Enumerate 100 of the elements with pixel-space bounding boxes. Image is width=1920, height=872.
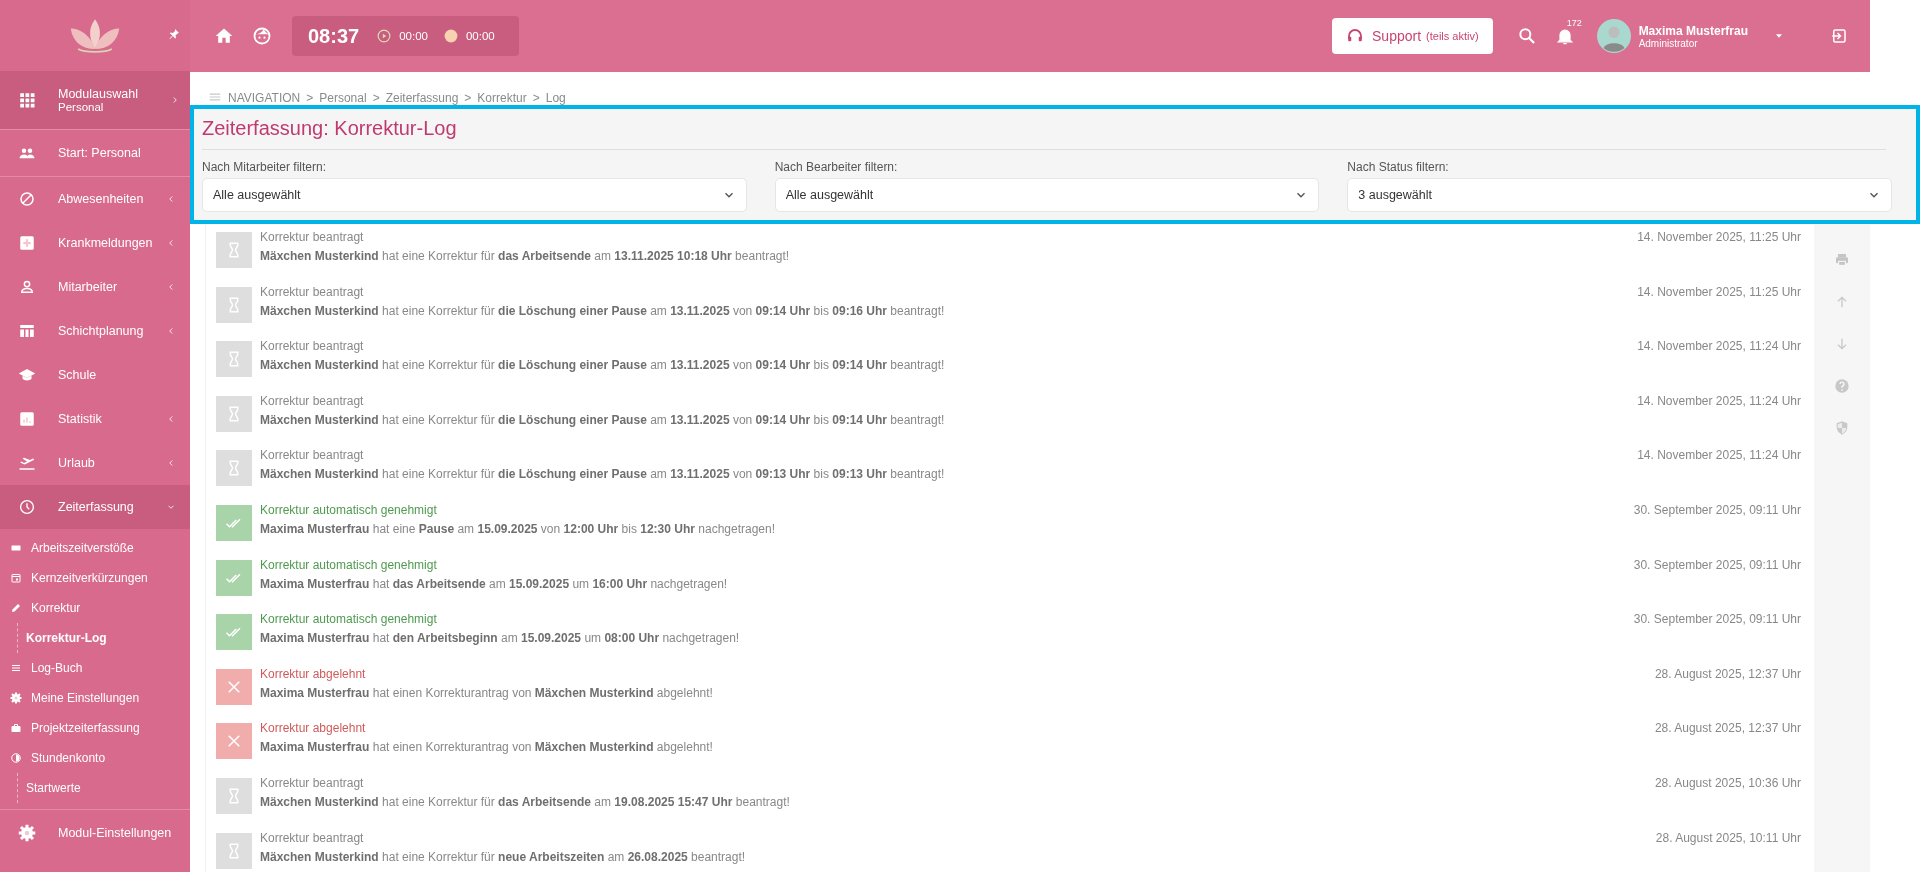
log-title: Korrektur beantragt [260,830,365,845]
submenu-item[interactable]: Arbeitszeitverstöße [0,533,190,563]
pencil-icon [10,602,22,614]
user-name: Maxima Musterfrau [1638,23,1748,38]
log-date: 30. September 2025, 09:11 Uhr [1633,611,1801,627]
submenu-item[interactable]: Log-Buch [0,653,190,683]
user-role: Administrator [1638,37,1699,49]
submenu-item[interactable]: Kernzeitverkürzungen [0,563,190,593]
calendar-icon [10,572,22,584]
log-date: 28. August 2025, 12:37 Uhr [1654,665,1801,681]
submenu-item[interactable]: Projektzeiterfassung [0,713,190,743]
log-date: 28. August 2025, 12:37 Uhr [1654,720,1801,736]
sidebar-item[interactable]: Zeiterfassung [0,485,190,529]
avatar-icon[interactable] [1596,19,1631,53]
face-icon[interactable] [252,26,272,46]
log-message: Mäxchen Musterkind hat eine Korrektur für die Löschung einer Pause am 13.11.2025 von 09:14 Uhr bis 09:16 Uhr beantragt! [260,303,946,318]
log-message: Mäxchen Musterkind hat eine Korrektur für das Arbeitsende am 13.11.2025 10:18 Uhr beantragt! [260,249,791,263]
submenu-item[interactable]: Stundenkonto [0,743,190,773]
pause-circle-icon[interactable] [443,29,458,43]
module-sublabel: Personal [58,101,105,113]
filter-label: Nach Mitarbeiter filtern: [202,160,328,174]
breadcrumb-link[interactable]: NAVIGATION [228,91,301,105]
log-title: Korrektur beantragt [260,393,365,408]
play-circle-icon[interactable] [377,29,392,43]
support-button[interactable]: Support (teils aktiv) [1332,18,1493,54]
sidebar-item[interactable]: Krankmeldungen [0,221,190,265]
log-title: Korrektur beantragt [260,775,365,790]
breadcrumb-link[interactable]: Personal [319,91,367,105]
breadcrumb-separator: > [532,91,540,105]
log-date: 14. November 2025, 11:24 Uhr [1637,392,1801,408]
breadcrumb-separator: > [306,91,314,105]
clock-time: 08:37 [308,24,360,48]
plus-box-icon [18,234,36,252]
table-icon [18,322,36,340]
grid-icon [18,91,36,109]
list-icon [10,662,22,674]
ban-icon [18,190,36,208]
submenu-item[interactable]: Korrektur-Log [17,623,190,653]
caret-icon[interactable] [1776,34,1782,38]
log-message: Mäxchen Musterkind hat eine Korrektur für neue Arbeitszeiten am 26.08.2025 beantragt! [260,849,747,864]
log-date: 28. August 2025, 10:36 Uhr [1654,774,1801,790]
breadcrumb-link[interactable]: Zeiterfassung [385,91,459,105]
log-message: Maxima Musterfrau hat einen Korrekturantrag von Mäxchen Musterkind abgelehnt! [260,740,714,755]
log-message: Mäxchen Musterkind hat eine Korrektur für das Arbeitsende am 19.08.2025 15:47 Uhr beantragt! [260,794,791,809]
help-icon[interactable] [1834,378,1850,394]
log-date: 14. November 2025, 11:24 Uhr [1637,447,1801,463]
submenu-item[interactable]: Korrektur [0,593,190,623]
breadcrumb-separator: > [464,91,472,105]
menu-icon[interactable] [208,90,222,104]
breadcrumb-link[interactable]: Log [545,91,566,105]
sidebar-item[interactable]: Abwesenheiten [0,177,190,221]
log-title: Korrektur automatisch genehmigt [260,502,438,517]
sidebar-item[interactable]: Schichtplanung [0,309,190,353]
breadcrumb-separator: > [372,91,380,105]
log-date: 14. November 2025, 11:25 Uhr [1637,229,1801,244]
log-date: 14. November 2025, 11:24 Uhr [1637,338,1801,354]
log-message: Mäxchen Musterkind hat eine Korrektur für die Löschung einer Pause am 13.11.2025 von 09:14 Uhr bis 09:14 Uhr beantragt! [260,412,946,427]
clock-icon [18,498,36,516]
filter-dropdown[interactable]: 3 ausgewählt [1347,178,1892,212]
logout-icon[interactable] [1830,27,1848,45]
log-title: Korrektur abgelehnt [260,666,367,681]
log-date: 14. November 2025, 11:25 Uhr [1637,283,1801,299]
filter-dropdown[interactable]: Alle ausgewählt [202,178,747,212]
submenu-item[interactable]: Meine Einstellungen [0,683,190,713]
pin-icon[interactable] [168,28,180,40]
home-icon[interactable] [214,26,234,46]
person-icon [18,278,36,296]
filter-label: Nach Bearbeiter filtern: [774,160,899,174]
sidebar-item[interactable]: Statistik [0,397,190,441]
timer-value: 00:00 [399,30,428,42]
sidebar-item[interactable]: Mitarbeiter [0,265,190,309]
log-date: 30. September 2025, 09:11 Uhr [1633,501,1801,517]
log-date: 28. August 2025, 10:11 Uhr [1655,829,1801,845]
log-message: Maxima Musterfrau hat den Arbeitsbeginn am 15.09.2025 um 08:00 Uhr nachgetragen! [260,631,741,646]
shield-icon[interactable] [1834,420,1850,436]
sidebar-item[interactable]: Modul-Einstellungen [0,809,190,856]
log-title: Korrektur beantragt [260,448,365,463]
module-selector[interactable]: Modulauswahl Personal [0,71,190,130]
gear-icon [18,824,36,842]
breadcrumb-link[interactable]: Korrektur [477,91,527,105]
log-title: Korrektur automatisch genehmigt [260,612,438,627]
chart-icon [18,410,36,428]
filter-dropdown[interactable]: Alle ausgewählt [774,178,1320,212]
log-title: Korrektur abgelehnt [260,721,367,736]
log-date: 30. September 2025, 09:11 Uhr [1633,556,1801,572]
log-message: Mäxchen Musterkind hat eine Korrektur für die Löschung einer Pause am 13.11.2025 von 09:13 Uhr bis 09:13 Uhr beantragt! [260,467,946,482]
sidebar-item[interactable]: Schule [0,353,190,397]
print-icon[interactable] [1834,252,1850,268]
filter-label: Nach Status filtern: [1347,160,1450,174]
submenu-item[interactable]: Startwerte [17,773,190,803]
log-message: Maxima Musterfrau hat das Arbeitsende am 15.09.2025 um 16:00 Uhr nachgetragen! [260,576,729,591]
page-title: Zeiterfassung: Korrektur-Log [202,116,458,141]
log-message: Maxima Musterfrau hat eine Pause am 15.09.2025 von 12:00 Uhr bis 12:30 Uhr nachgetragen! [260,521,776,536]
log-title: Korrektur automatisch genehmigt [260,557,438,572]
timer-value: 00:00 [465,30,495,42]
sidebar-item[interactable]: Urlaub [0,441,190,485]
search-icon[interactable] [1516,26,1537,46]
notification-count: 172 [1566,18,1582,28]
log-title: Korrektur beantragt [260,339,365,354]
log-message: Mäxchen Musterkind hat eine Korrektur für die Löschung einer Pause am 13.11.2025 von 09:14 Uhr bis 09:14 Uhr beantragt! [260,358,946,373]
